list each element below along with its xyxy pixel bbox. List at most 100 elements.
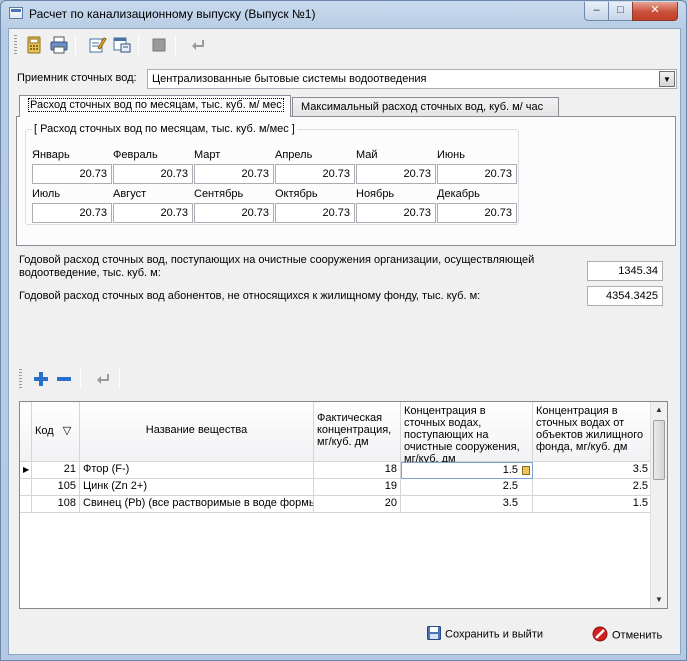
- row-selector-header: [20, 402, 32, 462]
- close-button[interactable]: ✕: [632, 2, 678, 21]
- undo-row-icon[interactable]: [93, 369, 113, 389]
- scroll-thumb[interactable]: [653, 420, 665, 480]
- form-body: Приемник сточных вод: Централизованные б…: [8, 28, 681, 655]
- tab-max-hourly[interactable]: Максимальный расход сточных вод, куб. м/…: [292, 97, 559, 117]
- toolbar-separator: [138, 35, 139, 55]
- save-and-exit-label: Сохранить и выйти: [445, 628, 543, 641]
- table-cell-name[interactable]: Фтор (F-): [80, 462, 314, 479]
- table-cell-code[interactable]: 105: [32, 479, 80, 496]
- add-row-icon[interactable]: [31, 369, 51, 389]
- annual-nonresidential-field[interactable]: 4354.3425: [587, 286, 663, 306]
- table-cell-plant[interactable]: 2.5: [401, 479, 533, 496]
- app-window-icon: [9, 7, 23, 19]
- column-header-actual-concentration[interactable]: Фактическая концентрация, мг/куб. дм: [314, 402, 401, 462]
- calculator-icon[interactable]: [522, 466, 530, 475]
- app-window: Расчет по канализационному выпуску (Выпу…: [0, 0, 687, 661]
- tab-monthly[interactable]: Расход сточных вод по месяцам, тыс. куб.…: [19, 95, 291, 117]
- undo-icon[interactable]: [188, 35, 208, 55]
- table-cell-plant-value: 1.5: [502, 464, 518, 476]
- maximize-button[interactable]: □: [608, 2, 633, 21]
- month-field-jun[interactable]: 20.73: [437, 164, 517, 184]
- receiver-select[interactable]: Централизованные бытовые системы водоотв…: [147, 69, 677, 89]
- month-field-feb[interactable]: 20.73: [113, 164, 193, 184]
- toolbar-grip[interactable]: [14, 35, 17, 55]
- month-label-dec: Декабрь: [437, 188, 480, 200]
- save-icon: [427, 626, 441, 643]
- table-cell-code[interactable]: 108: [32, 496, 80, 513]
- chevron-down-icon[interactable]: ▼: [659, 71, 675, 87]
- table-cell-housing[interactable]: 1.5: [533, 496, 652, 513]
- column-header-name[interactable]: Название вещества: [80, 402, 314, 462]
- table-cell-code[interactable]: 21: [32, 462, 80, 479]
- substances-grid: Код ▽ Название вещества Фактическая конц…: [19, 401, 668, 609]
- month-label-jul: Июль: [32, 188, 61, 200]
- edit-icon[interactable]: [87, 35, 107, 55]
- toolbar-separator: [80, 369, 81, 389]
- table-cell-name[interactable]: Свинец (Pb) (все растворимые в воде форм…: [80, 496, 314, 513]
- title-bar[interactable]: Расчет по канализационному выпуску (Выпу…: [1, 1, 686, 27]
- month-field-may[interactable]: 20.73: [356, 164, 436, 184]
- month-field-jan[interactable]: 20.73: [32, 164, 112, 184]
- monthly-group-title: [ Расход сточных вод по месяцам, тыс. ку…: [32, 123, 297, 135]
- minimize-button[interactable]: –: [584, 2, 609, 21]
- month-field-nov[interactable]: 20.73: [356, 203, 436, 223]
- print-icon[interactable]: [49, 35, 69, 55]
- sort-icon[interactable]: ▽: [63, 425, 71, 437]
- month-label-oct: Октябрь: [275, 188, 318, 200]
- table-cell-actual[interactable]: 19: [314, 479, 401, 496]
- main-toolbar: [9, 31, 680, 59]
- tab-monthly-label: Расход сточных вод по месяцам, тыс. куб.…: [28, 98, 284, 112]
- scroll-up-icon[interactable]: ▲: [651, 402, 667, 418]
- month-label-aug: Август: [113, 188, 147, 200]
- remove-row-icon[interactable]: [54, 369, 74, 389]
- month-label-mar: Март: [194, 149, 221, 161]
- month-label-sep: Сентябрь: [194, 188, 244, 200]
- month-field-mar[interactable]: 20.73: [194, 164, 274, 184]
- month-label-nov: Ноябрь: [356, 188, 395, 200]
- stop-icon[interactable]: [149, 35, 169, 55]
- window-title: Расчет по канализационному выпуску (Выпу…: [29, 7, 316, 21]
- row-selector[interactable]: [20, 496, 32, 513]
- grid-toolbar-grip[interactable]: [19, 369, 22, 389]
- table-cell-name[interactable]: Цинк (Zn 2+): [80, 479, 314, 496]
- table-cell-housing[interactable]: 2.5: [533, 479, 652, 496]
- cancel-button[interactable]: Отменить: [592, 622, 662, 644]
- column-header-plant-concentration[interactable]: Концентрация в сточных водах, поступающи…: [401, 402, 533, 465]
- table-cell-actual[interactable]: 20: [314, 496, 401, 513]
- annual-plant-field[interactable]: 1345.34: [587, 261, 663, 281]
- month-field-sep[interactable]: 20.73: [194, 203, 274, 223]
- month-label-jan: Январь: [32, 149, 70, 161]
- row-selector[interactable]: [20, 479, 32, 496]
- annual-nonresidential-label: Годовой расход сточных вод абонентов, не…: [19, 290, 481, 302]
- column-header-code[interactable]: Код ▽: [32, 402, 80, 462]
- table-cell-actual[interactable]: 18: [314, 462, 401, 479]
- properties-icon[interactable]: [112, 35, 132, 55]
- toolbar-separator: [175, 35, 176, 55]
- receiver-select-value: Централизованные бытовые системы водоотв…: [152, 73, 427, 85]
- tab-max-hourly-label: Максимальный расход сточных вод, куб. м/…: [301, 101, 544, 113]
- month-label-apr: Апрель: [275, 149, 313, 161]
- table-cell-plant[interactable]: 3.5: [401, 496, 533, 513]
- table-cell-housing[interactable]: 3.5: [533, 462, 652, 479]
- toolbar-separator: [119, 369, 120, 389]
- cancel-icon: [592, 626, 608, 645]
- scroll-down-icon[interactable]: ▼: [651, 592, 667, 608]
- month-field-apr[interactable]: 20.73: [275, 164, 355, 184]
- receiver-label: Приемник сточных вод:: [17, 72, 137, 84]
- column-header-code-label: Код: [35, 425, 54, 437]
- column-header-housing-concentration[interactable]: Концентрация в сточных водах от объектов…: [533, 402, 652, 462]
- month-field-dec[interactable]: 20.73: [437, 203, 517, 223]
- month-field-jul[interactable]: 20.73: [32, 203, 112, 223]
- month-label-feb: Февраль: [113, 149, 158, 161]
- calculator-icon[interactable]: [24, 35, 44, 55]
- current-row-indicator[interactable]: ▶: [20, 462, 32, 479]
- month-field-oct[interactable]: 20.73: [275, 203, 355, 223]
- month-field-aug[interactable]: 20.73: [113, 203, 193, 223]
- tab-panel-monthly: [ Расход сточных вод по месяцам, тыс. ку…: [16, 116, 676, 246]
- save-and-exit-button[interactable]: Сохранить и выйти: [427, 622, 543, 644]
- table-cell-plant-editing[interactable]: 1.5: [401, 462, 533, 479]
- month-label-jun: Июнь: [437, 149, 465, 161]
- annual-plant-label: Годовой расход сточных вод, поступающих …: [19, 254, 535, 279]
- grid-vertical-scrollbar[interactable]: ▲ ▼: [650, 402, 667, 608]
- monthly-group: [ Расход сточных вод по месяцам, тыс. ку…: [25, 123, 519, 225]
